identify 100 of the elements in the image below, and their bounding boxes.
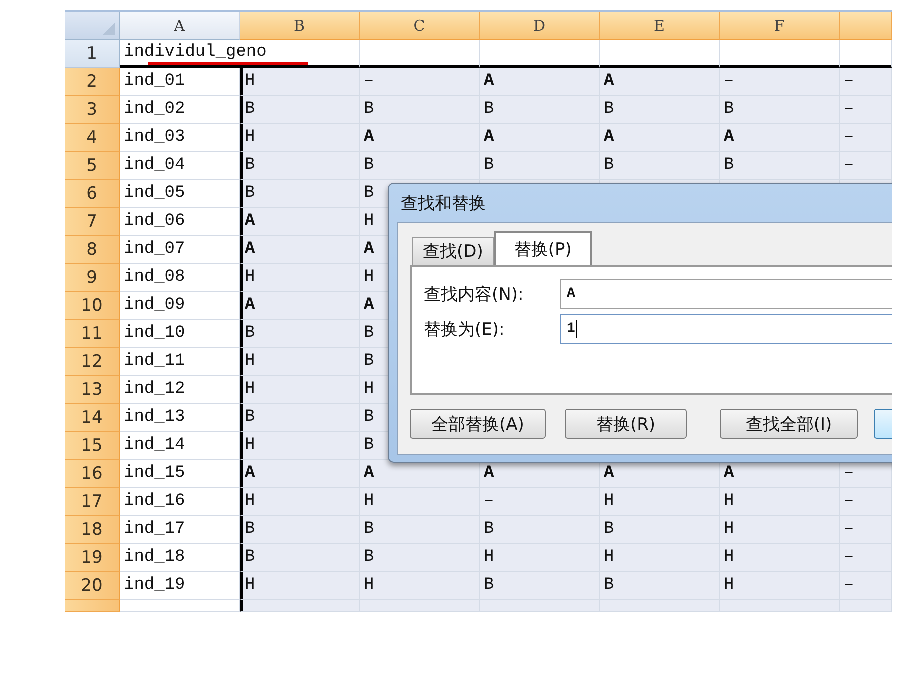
row-header[interactable]: 4	[65, 124, 120, 152]
table-cell: H	[240, 488, 360, 516]
table-cell: A	[480, 124, 600, 152]
input-field[interactable]: 1	[560, 314, 892, 344]
table-cell: H	[720, 488, 840, 516]
table-cell: B	[240, 516, 360, 544]
row-header[interactable]: 16	[65, 460, 120, 488]
column-header[interactable]: F	[720, 12, 840, 40]
row-header[interactable]: 19	[65, 544, 120, 572]
table-cell: H	[720, 572, 840, 600]
table-cell: ind_01	[120, 68, 240, 96]
row-header[interactable]: 14	[65, 404, 120, 432]
table-cell: A	[600, 68, 720, 96]
table-cell: A	[240, 292, 360, 320]
table-cell: ind_05	[120, 180, 240, 208]
tab[interactable]: 替换(P)	[494, 231, 592, 265]
table-cell: ind_07	[120, 236, 240, 264]
table-cell: A	[240, 460, 360, 488]
table-cell: ind_06	[120, 208, 240, 236]
row-header[interactable]: 7	[65, 208, 120, 236]
table-cell: H	[720, 544, 840, 572]
column-header[interactable]: A	[120, 12, 240, 40]
row-header[interactable]: 10	[65, 292, 120, 320]
row-header[interactable]	[65, 600, 120, 612]
column-header[interactable]: E	[600, 12, 720, 40]
dialog-button[interactable]: 查找全部(I)	[720, 409, 858, 439]
row-header[interactable]: 18	[65, 516, 120, 544]
row-header[interactable]: 5	[65, 152, 120, 180]
table-cell: A	[360, 460, 480, 488]
table-cell: B	[600, 152, 720, 180]
table-cell: individul_geno	[120, 40, 360, 68]
table-cell: ind_19	[120, 572, 240, 600]
row-header[interactable]: 3	[65, 96, 120, 124]
row-header[interactable]: 20	[65, 572, 120, 600]
table-cell: B	[480, 152, 600, 180]
table-cell: –	[840, 544, 892, 572]
table-cell: –	[720, 68, 840, 96]
table-cell: B	[600, 516, 720, 544]
table-cell: ind_15	[120, 460, 240, 488]
table-cell: B	[240, 152, 360, 180]
row-header[interactable]: 15	[65, 432, 120, 460]
column-header[interactable]: C	[360, 12, 480, 40]
table-cell: ind_18	[120, 544, 240, 572]
table-cell: B	[480, 96, 600, 124]
table-cell: H	[240, 348, 360, 376]
table-cell: A	[360, 124, 480, 152]
row-header[interactable]: 8	[65, 236, 120, 264]
table-cell: ind_02	[120, 96, 240, 124]
tab[interactable]: 查找(D)	[412, 237, 494, 265]
table-cell: B	[480, 516, 600, 544]
table-cell: H	[360, 572, 480, 600]
table-cell: ind_08	[120, 264, 240, 292]
row-header[interactable]: 6	[65, 180, 120, 208]
table-cell: –	[840, 124, 892, 152]
row-header[interactable]: 2	[65, 68, 120, 96]
table-cell: –	[840, 68, 892, 96]
table-cell: ind_10	[120, 320, 240, 348]
dialog-button[interactable]: 全部替换(A)	[410, 409, 546, 439]
table-cell: B	[360, 516, 480, 544]
select-all-corner[interactable]	[65, 12, 120, 40]
table-cell: A	[480, 68, 600, 96]
table-cell: –	[360, 68, 480, 96]
row-header[interactable]: 11	[65, 320, 120, 348]
row-header[interactable]: 9	[65, 264, 120, 292]
row-header[interactable]: 12	[65, 348, 120, 376]
table-cell: B	[240, 544, 360, 572]
table-cell: H	[360, 488, 480, 516]
table-cell: A	[600, 124, 720, 152]
dialog-button[interactable]: 替换(R)	[565, 409, 687, 439]
table-cell: H	[600, 544, 720, 572]
column-header[interactable]: B	[240, 12, 360, 40]
table-cell: B	[240, 96, 360, 124]
table-cell: H	[240, 432, 360, 460]
table-cell: H	[720, 516, 840, 544]
table-cell: ind_16	[120, 488, 240, 516]
triangle-icon	[103, 23, 115, 35]
table-cell: ind_09	[120, 292, 240, 320]
table-cell: B	[600, 572, 720, 600]
table-cell: H	[600, 488, 720, 516]
table-cell: –	[840, 516, 892, 544]
table-cell: B	[240, 320, 360, 348]
table-cell: B	[240, 180, 360, 208]
table-cell: ind_12	[120, 376, 240, 404]
table-cell: H	[240, 264, 360, 292]
table-cell: ind_04	[120, 152, 240, 180]
table-cell: ind_14	[120, 432, 240, 460]
table-cell: B	[480, 572, 600, 600]
row-header[interactable]: 17	[65, 488, 120, 516]
table-cell: H	[240, 376, 360, 404]
row-header[interactable]: 1	[65, 40, 120, 68]
row-header[interactable]: 13	[65, 376, 120, 404]
table-cell: –	[840, 488, 892, 516]
input-field[interactable]: A	[560, 279, 892, 309]
table-cell: –	[840, 572, 892, 600]
column-header[interactable]	[840, 12, 892, 40]
column-header[interactable]: D	[480, 12, 600, 40]
table-cell: ind_11	[120, 348, 240, 376]
table-cell: B	[360, 96, 480, 124]
table-cell: –	[840, 152, 892, 180]
table-cell: B	[360, 544, 480, 572]
